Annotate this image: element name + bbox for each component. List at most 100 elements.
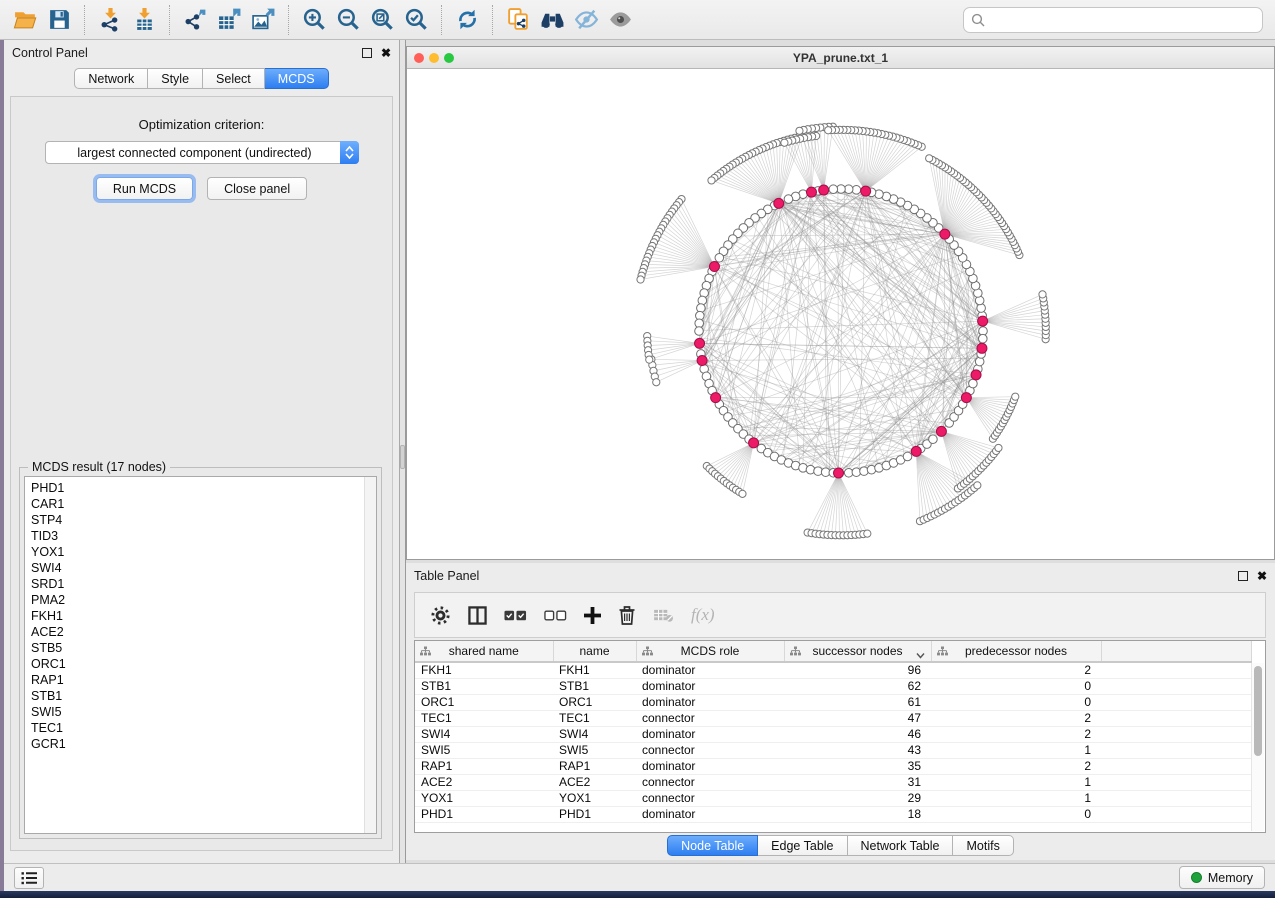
tab-network-table[interactable]: Network Table	[848, 835, 954, 856]
tab-network[interactable]: Network	[74, 68, 148, 89]
mcds-result-listbox[interactable]: PHD1CAR1STP4TID3YOX1SWI4SRD1PMA2FKH1ACE2…	[24, 476, 377, 834]
graph-hub-node[interactable]	[749, 438, 759, 448]
mcds-result-item[interactable]: TEC1	[31, 720, 362, 736]
column-header-name[interactable]: name	[553, 641, 636, 662]
show-all-icon[interactable]	[603, 4, 637, 36]
memory-button[interactable]: Memory	[1179, 866, 1265, 889]
mcds-result-item[interactable]: SWI5	[31, 704, 362, 720]
graph-node[interactable]	[903, 452, 912, 461]
graph-hub-node[interactable]	[940, 229, 950, 239]
table-row[interactable]: RAP1RAP1dominator352	[415, 758, 1251, 774]
hide-selected-icon[interactable]	[569, 4, 603, 36]
task-history-button[interactable]	[14, 867, 44, 889]
table-row[interactable]: ACE2ACE2connector311	[415, 774, 1251, 790]
graph-hub-node[interactable]	[711, 393, 721, 403]
mcds-result-item[interactable]: TID3	[31, 528, 362, 544]
splitter-grip[interactable]	[400, 445, 405, 469]
table-row[interactable]: SWI4SWI4dominator462	[415, 726, 1251, 742]
mcds-result-item[interactable]: PMA2	[31, 592, 362, 608]
copy-network-icon[interactable]	[501, 4, 535, 36]
tab-motifs[interactable]: Motifs	[953, 835, 1013, 856]
mcds-result-item[interactable]: ACE2	[31, 624, 362, 640]
table-row[interactable]: SWI5SWI5connector431	[415, 742, 1251, 758]
table-row[interactable]: PHD1PHD1dominator180	[415, 806, 1251, 822]
open-file-icon[interactable]	[8, 4, 42, 36]
graph-nodes[interactable]	[637, 123, 1049, 539]
column-header-mcds-role[interactable]: MCDS role	[636, 641, 784, 662]
zoom-in-icon[interactable]	[297, 4, 331, 36]
graph-hub-node[interactable]	[819, 185, 829, 195]
close-panel-button[interactable]: Close panel	[207, 177, 307, 200]
float-table-panel-icon[interactable]	[1238, 571, 1248, 581]
column-header-successor-nodes[interactable]: successor nodes	[784, 641, 931, 662]
tab-edge-table[interactable]: Edge Table	[758, 835, 847, 856]
network-canvas-svg[interactable]	[407, 69, 1274, 559]
table-row[interactable]: FKH1FKH1dominator962	[415, 662, 1251, 678]
search-input[interactable]	[990, 10, 1255, 30]
mcds-result-item[interactable]: SRD1	[31, 576, 362, 592]
graph-satellite-node[interactable]	[781, 139, 788, 146]
graph-node[interactable]	[784, 195, 793, 204]
zoom-selected-icon[interactable]	[399, 4, 433, 36]
show-columns-icon[interactable]	[468, 606, 487, 625]
mcds-result-item[interactable]: STP4	[31, 512, 362, 528]
graph-satellite-node[interactable]	[995, 444, 1002, 451]
criterion-dropdown[interactable]: largest connected component (undirected)	[45, 141, 359, 164]
graph-satellite-node[interactable]	[708, 177, 715, 184]
network-canvas[interactable]	[407, 69, 1274, 559]
graph-node[interactable]	[978, 334, 987, 343]
export-network-icon[interactable]	[178, 4, 212, 36]
table-row[interactable]: ORC1ORC1dominator610	[415, 694, 1251, 710]
search-box[interactable]	[963, 7, 1263, 33]
graph-hub-node[interactable]	[971, 370, 981, 380]
graph-satellite-node[interactable]	[825, 127, 832, 134]
mcds-result-item[interactable]: STB1	[31, 688, 362, 704]
graph-hub-node[interactable]	[977, 343, 987, 353]
export-table-icon[interactable]	[212, 4, 246, 36]
graph-hub-node[interactable]	[961, 393, 971, 403]
table-row[interactable]: TEC1TEC1connector472	[415, 710, 1251, 726]
graph-satellite-node[interactable]	[1012, 393, 1019, 400]
mcds-result-item[interactable]: PHD1	[31, 480, 362, 496]
graph-hub-node[interactable]	[978, 316, 988, 326]
graph-satellite-node[interactable]	[739, 490, 746, 497]
float-panel-icon[interactable]	[362, 48, 372, 58]
mcds-result-item[interactable]: RAP1	[31, 672, 362, 688]
run-mcds-button[interactable]: Run MCDS	[96, 177, 193, 200]
save-session-icon[interactable]	[42, 4, 76, 36]
import-table-icon[interactable]	[127, 4, 161, 36]
tab-style[interactable]: Style	[148, 68, 203, 89]
column-header-predecessor-nodes[interactable]: predecessor nodes	[931, 641, 1101, 662]
graph-satellite-node[interactable]	[796, 127, 803, 134]
graph-satellite-node[interactable]	[974, 482, 981, 489]
graph-hub-node[interactable]	[697, 356, 707, 366]
table-scrollbar[interactable]	[1251, 663, 1264, 831]
mcds-result-item[interactable]: GCR1	[31, 736, 362, 752]
deselect-all-icon[interactable]	[544, 610, 567, 621]
graph-hub-node[interactable]	[861, 186, 871, 196]
graph-satellite-node[interactable]	[653, 379, 660, 386]
graph-node[interactable]	[929, 435, 938, 444]
mcds-result-item[interactable]: STB5	[31, 640, 362, 656]
graph-hub-node[interactable]	[834, 468, 844, 478]
select-all-icon[interactable]	[504, 610, 527, 621]
first-neighbors-icon[interactable]	[535, 4, 569, 36]
column-header-shared-name[interactable]: shared name	[415, 641, 553, 662]
graph-satellite-node[interactable]	[864, 530, 871, 537]
gear-icon[interactable]	[430, 605, 451, 626]
graph-node[interactable]	[829, 185, 838, 194]
mcds-result-item[interactable]: CAR1	[31, 496, 362, 512]
graph-hub-node[interactable]	[695, 338, 705, 348]
add-row-icon[interactable]	[584, 607, 601, 624]
graph-satellite-node[interactable]	[637, 276, 644, 283]
tab-mcds[interactable]: MCDS	[265, 68, 329, 89]
tab-node-table[interactable]: Node Table	[667, 835, 758, 856]
graph-satellite-node[interactable]	[926, 155, 933, 162]
graph-node[interactable]	[695, 327, 704, 336]
zoom-fit-icon[interactable]	[365, 4, 399, 36]
import-network-icon[interactable]	[93, 4, 127, 36]
graph-node[interactable]	[969, 379, 978, 388]
close-table-panel-icon[interactable]: ✖	[1257, 571, 1267, 581]
graph-hub-node[interactable]	[911, 446, 921, 456]
sort-chevron-icon[interactable]	[916, 648, 925, 662]
